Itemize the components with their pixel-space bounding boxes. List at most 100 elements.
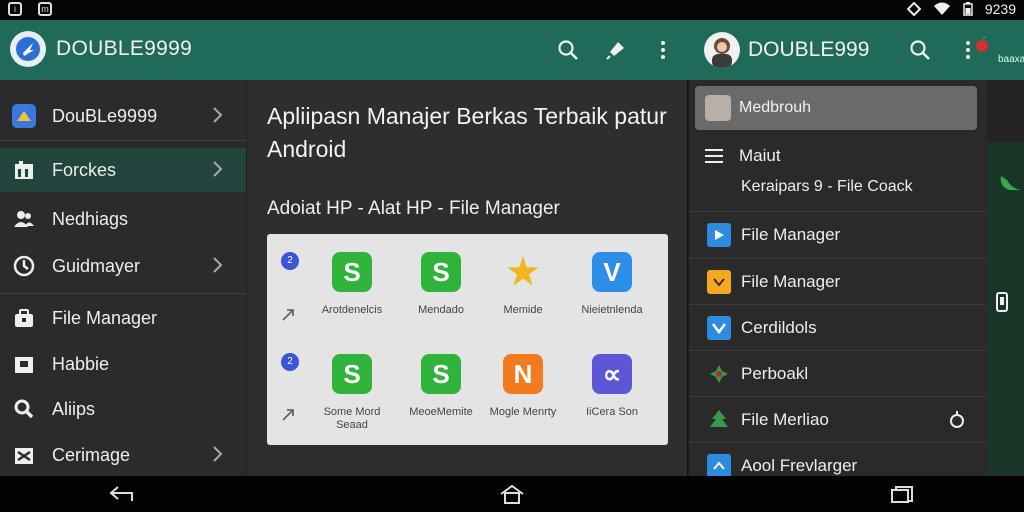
menu-header[interactable]: Medbrouh [695,86,977,130]
secondary-app-subtitle: baaxa [998,54,1024,65]
sidebar-item-habbie[interactable]: Habbie [0,342,246,386]
sidebar-item-label: DouBLe9999 [52,105,158,126]
main-content: Apliipasn Manajer Berkas Terbaik patur A… [247,80,687,476]
chevron-right-icon [213,161,223,177]
notification-badge: 2 [281,252,299,270]
secondary-app-bar: DOUBLE999 baaxa [694,20,1024,80]
check-icon [707,316,731,340]
tree-icon [707,408,731,432]
menu-item-file-manager-2[interactable]: File Manager [689,258,987,305]
arrow-icon[interactable] [281,306,297,322]
recent-apps-icon[interactable] [888,484,916,504]
app-icon: N [503,354,543,394]
app-label: Some Mord Seaad [323,406,381,431]
avatar[interactable] [704,32,740,68]
app-tile[interactable]: S MeoeMemite [400,354,482,419]
app-tile[interactable]: V Nieietnlenda [571,252,653,317]
sidebar-item-label: Cerimage [52,444,131,465]
app-label: Mendado [418,304,464,316]
sidebar-item-label: Forckes [52,159,117,180]
app-bar: DOUBLE9999 [0,20,694,80]
secondary-app-title: DOUBLE999 [748,38,870,61]
sidebar-item-label: Aliips [52,398,96,419]
more-options-icon[interactable] [651,38,675,62]
leaf-icon [707,362,731,386]
menu-item-label: File Merliao [741,410,829,429]
app-tile[interactable]: N Mogle Menrty [482,354,564,419]
sidebar-item-file-manager[interactable]: File Manager [0,296,246,340]
app-tile[interactable]: ★ Memide [482,251,564,317]
sidebar-item-cerimage[interactable]: Cerimage [0,433,246,477]
sidebar-item-label: File Manager [52,307,158,328]
menu-item-aool-frevlarger[interactable]: Aool Frevlarger [689,442,987,476]
sidebar-item-guidmayer[interactable]: Guidmayer [0,244,246,288]
app-label: MeoeMemite [409,406,473,418]
microphone-icon[interactable] [604,38,628,62]
clock-icon [10,252,38,280]
leaf-icon [1000,176,1021,190]
menu-item-perboakl[interactable]: Perboakl [689,350,987,397]
search-icon[interactable] [908,38,932,62]
battery-icon [963,2,973,16]
sidebar-item-label: Guidmayer [52,255,141,276]
app-label: IiCera Son [586,406,638,418]
menu-item-file-manager[interactable]: File Manager [689,211,987,258]
app-tile[interactable]: S Arotdenelcis [311,252,393,317]
right-panel [987,80,1024,476]
play-icon [707,223,731,247]
app-tile[interactable]: ∝ IiCera Son [571,354,653,419]
app-grid-card: 2 2 S Arotdenelcis S Mendado ★ Memide V … [267,234,668,445]
target-icon[interactable] [947,410,967,430]
app-label: Mogle Menrty [489,406,557,418]
dropdown-menu: Medbrouh Maiut Keraipars 9 - File Coack … [688,80,987,476]
sidebar-item-label: Habbie [52,353,110,374]
wifi-icon [933,2,950,15]
sidebar-item-forckes[interactable]: Forckes [0,148,246,192]
arrow-icon[interactable] [281,406,297,422]
sidebar-item-nedhiags[interactable]: Nedhiags [0,197,246,241]
menu-item-label: File Manager [741,225,841,244]
menu-row[interactable]: Maiut [705,146,781,166]
fruit-icon [976,35,988,52]
app-icon: ∝ [592,354,632,394]
search-icon [10,395,38,423]
phone-icon[interactable] [995,292,1009,312]
menu-item-label: File Manager [741,272,841,291]
search-icon[interactable] [556,38,580,62]
menu-label: Maiut [739,146,781,165]
back-icon[interactable] [108,484,136,504]
notification-badge: 2 [281,353,299,371]
app-tile[interactable]: S Some Mord Seaad [311,354,393,432]
chart-icon [10,156,38,184]
status-bar: i m 9239 [0,0,1024,20]
app-title: DOUBLE9999 [56,37,193,60]
status-time: 9239 [984,1,1016,17]
menu-item-label: Aool Frevlarger [741,456,858,475]
app-icon: S [332,252,372,292]
menu-item-label: Perboakl [741,364,809,383]
sidebar-item-double9999[interactable]: DouBLe9999 [0,94,246,138]
app-icon: S [332,354,372,394]
briefcase-icon [10,304,38,332]
hamburger-icon [705,149,723,163]
app-notification-icon: m [38,2,52,16]
image-icon [10,441,38,469]
app-label: Memide [503,304,543,316]
app-label: Nieietnlenda [581,304,643,316]
menu-item-file-merliao[interactable]: File Merliao [689,396,987,443]
app-tile[interactable]: S Mendado [400,252,482,317]
menu-header-label: Medbrouh [739,99,812,116]
notification-icon: i [8,2,22,16]
app-logo-icon [10,102,38,130]
home-icon[interactable] [498,484,526,504]
menu-subtitle: Keraipars 9 - File Coack [741,178,913,195]
folder-icon [707,270,731,294]
people-icon [10,205,38,233]
sidebar: DouBLe9999 Forckes Nedhiags Guidmayer Fi… [0,80,247,476]
menu-item-cerdildols[interactable]: Cerdildols [689,304,987,351]
app-logo-icon[interactable] [10,31,46,67]
sidebar-item-aliips[interactable]: Aliips [0,387,246,431]
chevron-right-icon [213,107,223,123]
chevron-right-icon [213,446,223,462]
star-icon: ★ [506,251,540,292]
